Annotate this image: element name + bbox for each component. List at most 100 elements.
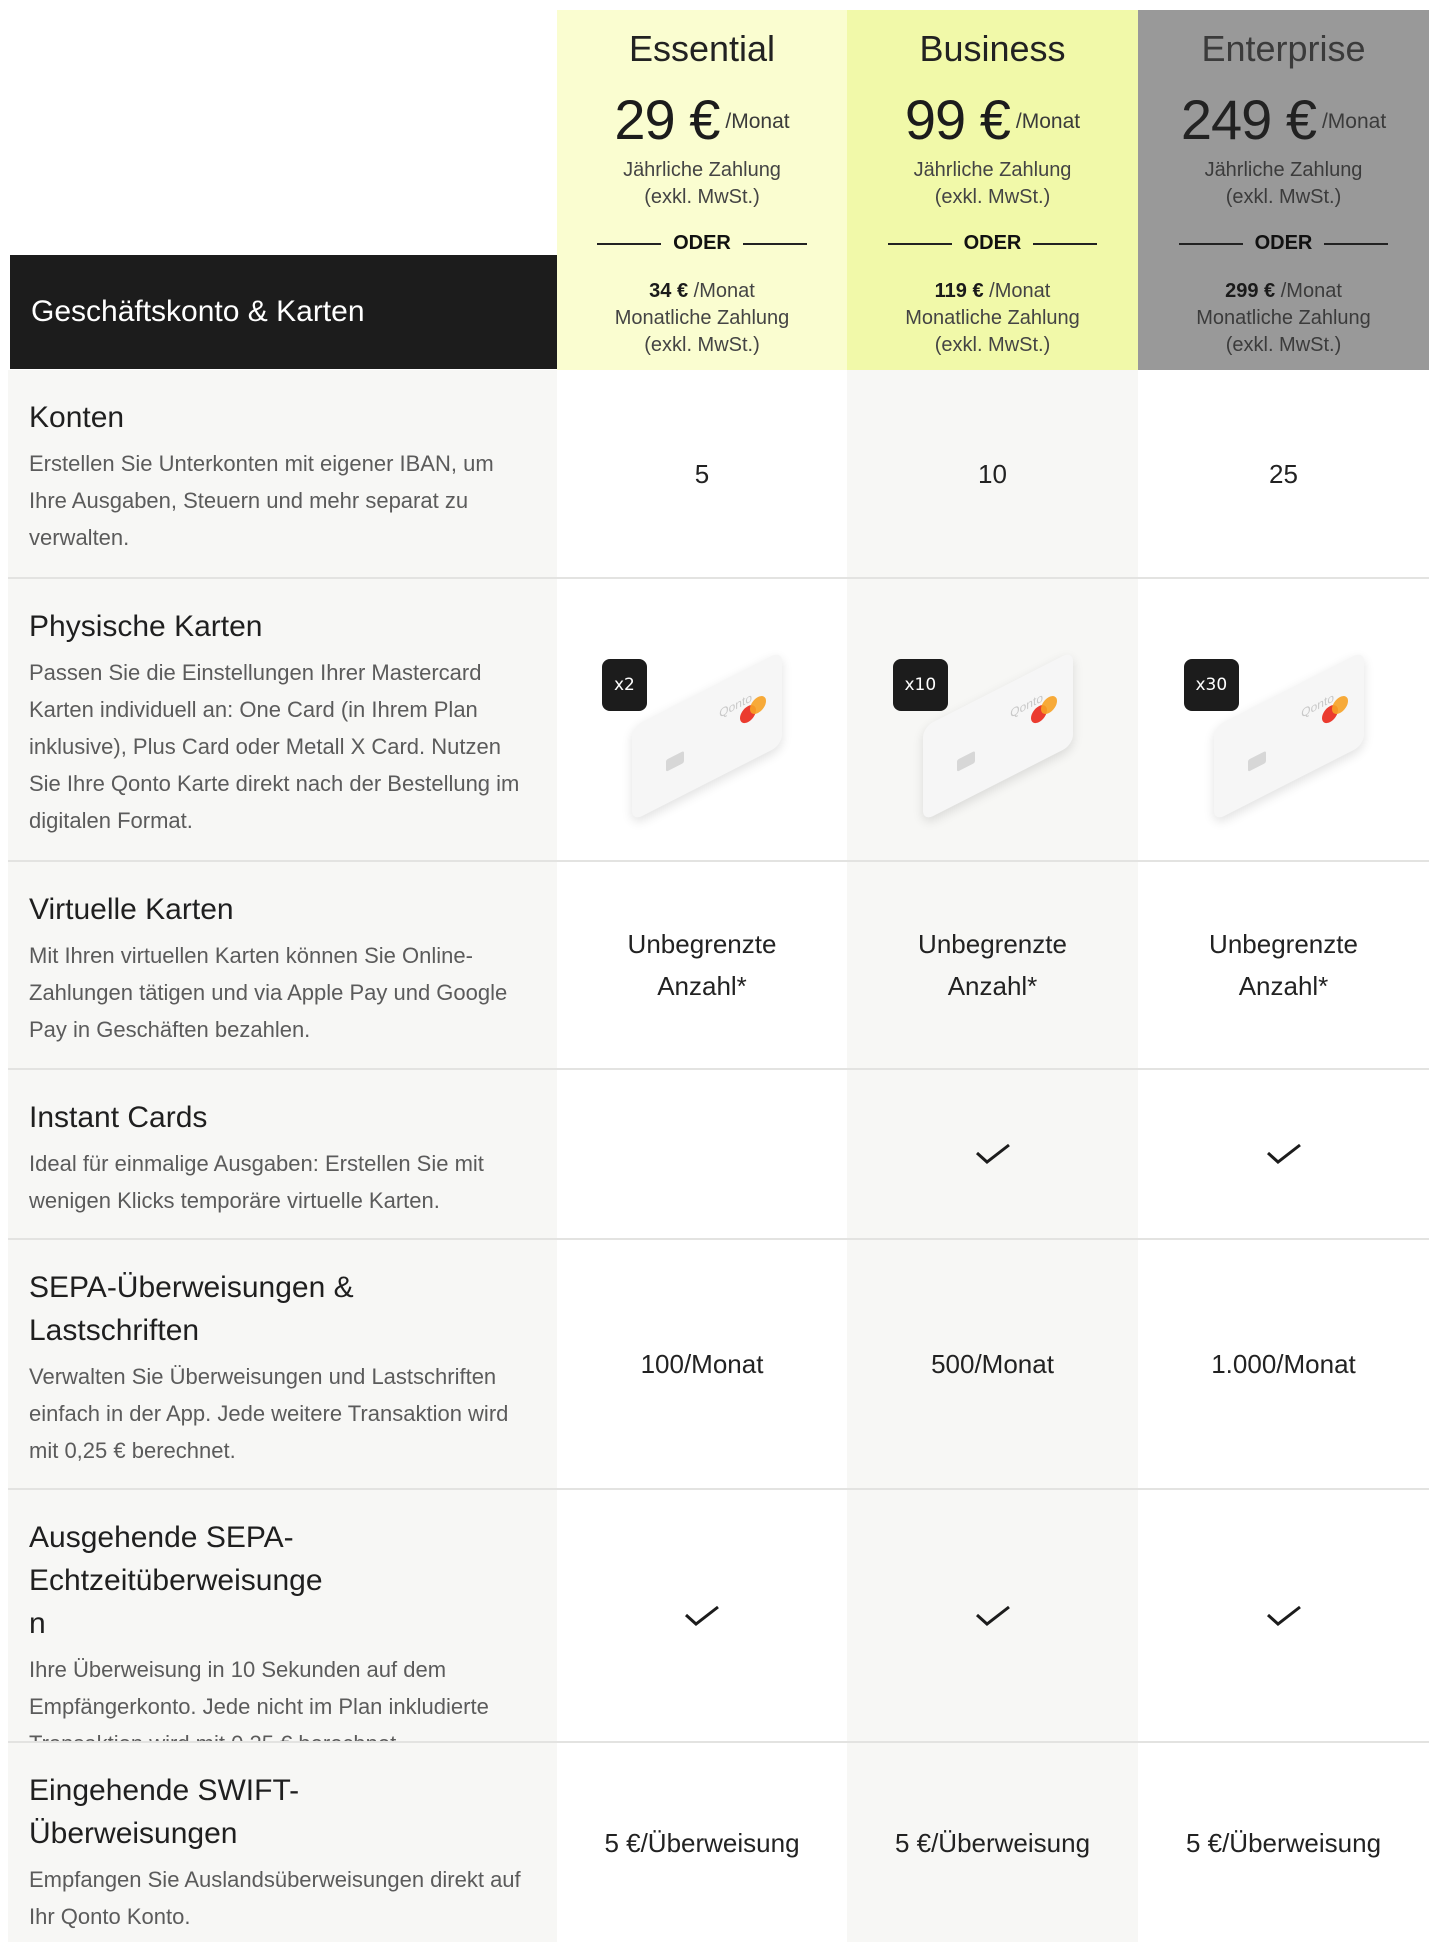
monthly-vat-note: (exkl. MwSt.)	[644, 334, 760, 356]
monthly-label: Monatliche Zahlung	[905, 307, 1080, 329]
feature-description-cell: Ausgehende SEPA-Echtzeitüberweisungen Ih…	[8, 1490, 557, 1756]
card-illustration: Qonto x10	[892, 650, 1093, 822]
monthly-note: 299 € /Monat Monatliche Zahlung (exkl. M…	[1138, 278, 1429, 359]
monthly-label: Monatliche Zahlung	[1196, 307, 1371, 329]
feature-description: Empfangen Sie Auslandsüberweisungen dire…	[29, 1867, 521, 1929]
annual-price: 99 €	[904, 88, 1011, 151]
card-count-badge: x30	[1183, 659, 1240, 711]
feature-description-cell: Physische Karten Passen Sie die Einstell…	[8, 579, 557, 860]
value-text: Unbegrenzte Anzahl*	[918, 929, 1067, 1001]
value-business: 5 €/Überweisung	[894, 1827, 1091, 1858]
or-divider: ODER	[847, 232, 1138, 255]
monthly-price: 299 €	[1225, 280, 1276, 302]
feature-row-sepa-ueberweisungen: SEPA-Überweisungen & Lastschriften Verwa…	[8, 1240, 1429, 1488]
annual-note: Jährliche Zahlung (exkl. MwSt.)	[1138, 157, 1429, 211]
checkmark-icon	[975, 1143, 1010, 1164]
feature-row-physische-karten: Physische Karten Passen Sie die Einstell…	[8, 579, 1429, 860]
price-row: 99 € /Monat	[847, 90, 1138, 150]
feature-title: SEPA-Überweisungen & Lastschriften	[29, 1271, 354, 1347]
annual-note: Jährliche Zahlung (exkl. MwSt.)	[847, 157, 1138, 211]
feature-title: Instant Cards	[29, 1101, 208, 1134]
checkmark-icon	[1266, 1143, 1301, 1164]
or-label: ODER	[1254, 232, 1313, 254]
monthly-vat-note: (exkl. MwSt.)	[1225, 334, 1342, 356]
feature-description-cell: SEPA-Überweisungen & Lastschriften Verwa…	[8, 1240, 557, 1488]
feature-description: Ideal für einmalige Ausgaben: Erstellen …	[29, 1151, 484, 1213]
value-text: Unbegrenzte Anzahl*	[627, 929, 777, 1001]
checkmark-icon	[975, 1605, 1010, 1626]
card-count-badge: x10	[892, 659, 949, 711]
value-essential	[557, 1490, 847, 1741]
price-row: 249 € /Monat	[1138, 90, 1429, 150]
price-unit: /Monat	[1321, 110, 1387, 133]
or-label: ODER	[673, 232, 731, 254]
annual-vat-note: (exkl. MwSt.)	[1225, 186, 1342, 208]
value-business	[847, 1070, 1138, 1238]
plan-name: Business	[919, 28, 1066, 69]
card-illustration: Qonto x2	[602, 650, 802, 822]
or-label: ODER	[963, 232, 1022, 254]
annual-vat-note: (exkl. MwSt.)	[934, 186, 1051, 208]
monthly-unit: /Monat	[1280, 280, 1342, 302]
plan-name: Essential	[628, 28, 776, 69]
price-unit: /Monat	[725, 110, 790, 133]
monthly-note: 34 € /Monat Monatliche Zahlung (exkl. Mw…	[557, 278, 847, 359]
feature-description: Mit Ihren virtuellen Karten können Sie O…	[29, 943, 508, 1042]
value-enterprise: 5 €/Überweisung	[1185, 1827, 1382, 1858]
value-enterprise: Qonto x30	[1138, 579, 1429, 860]
value-essential: 5 €/Überweisung	[604, 1827, 800, 1858]
feature-title: Ausgehende SEPA-Echtzeitüberweisungen	[29, 1521, 323, 1640]
annual-price: 29 €	[614, 88, 720, 151]
value-enterprise	[1138, 1490, 1429, 1741]
card-count-badge: x2	[602, 659, 647, 711]
value-essential: Qonto x2	[557, 579, 847, 860]
monthly-label: Monatliche Zahlung	[614, 307, 790, 329]
plan-enterprise: Enterprise 249 € /Monat Jährliche Zahlun…	[1138, 10, 1429, 370]
feature-description-cell: Konten Erstellen Sie Unterkonten mit eig…	[8, 370, 557, 577]
or-divider: ODER	[557, 232, 847, 255]
annual-price: 249 €	[1180, 88, 1317, 151]
value-enterprise: 25	[1269, 458, 1298, 489]
plan-essential: Essential 29 € /Monat Jährliche Zahlung …	[557, 10, 847, 370]
monthly-unit: /Monat	[693, 280, 755, 302]
feature-description-cell: Instant Cards Ideal für einmalige Ausgab…	[8, 1070, 557, 1238]
value-business: Unbegrenzte Anzahl*	[847, 862, 1138, 1068]
annual-label: Jährliche Zahlung	[623, 159, 781, 181]
value-business	[847, 1490, 1138, 1741]
section-header: Geschäftskonto & Karten	[10, 255, 557, 369]
card-illustration: Qonto x30	[1183, 650, 1384, 822]
feature-description: Erstellen Sie Unterkonten mit eigener IB…	[29, 451, 494, 550]
value-business: Qonto x10	[847, 579, 1138, 860]
feature-title: Physische Karten	[29, 610, 263, 643]
annual-note: Jährliche Zahlung (exkl. MwSt.)	[557, 157, 847, 211]
value-enterprise: 1.000/Monat	[1211, 1349, 1356, 1379]
price-unit: /Monat	[1015, 110, 1081, 133]
monthly-note: 119 € /Monat Monatliche Zahlung (exkl. M…	[847, 278, 1138, 359]
checkmark-icon	[1266, 1605, 1301, 1626]
monthly-price: 34 €	[649, 280, 689, 302]
monthly-vat-note: (exkl. MwSt.)	[934, 334, 1051, 356]
value-business: 500/Monat	[931, 1349, 1054, 1379]
checkmark-icon	[684, 1605, 719, 1626]
feature-title: Konten	[29, 401, 125, 434]
annual-label: Jährliche Zahlung	[913, 159, 1072, 181]
feature-title: Eingehende SWIFT-Überweisungen	[29, 1774, 300, 1850]
value-essential: Unbegrenzte Anzahl*	[557, 862, 847, 1068]
feature-description-cell: Virtuelle Karten Mit Ihren virtuellen Ka…	[8, 862, 557, 1068]
value-essential	[557, 1070, 847, 1238]
value-text: Unbegrenzte Anzahl*	[1209, 929, 1358, 1001]
feature-row-instant-cards: Instant Cards Ideal für einmalige Ausgab…	[8, 1070, 1429, 1238]
value-essential: 100/Monat	[640, 1349, 764, 1379]
price-row: 29 € /Monat	[557, 90, 847, 150]
annual-label: Jährliche Zahlung	[1204, 159, 1363, 181]
feature-title: Virtuelle Karten	[29, 893, 234, 926]
value-enterprise: Unbegrenzte Anzahl*	[1138, 862, 1429, 1068]
or-divider: ODER	[1138, 232, 1429, 255]
feature-row-konten: Konten Erstellen Sie Unterkonten mit eig…	[8, 370, 1429, 577]
value-essential: 5	[694, 458, 710, 489]
annual-vat-note: (exkl. MwSt.)	[644, 186, 760, 208]
monthly-price: 119 €	[934, 280, 984, 302]
value-business: 10	[978, 458, 1007, 489]
plan-business: Business 99 € /Monat Jährliche Zahlung (…	[847, 10, 1138, 370]
feature-row-swift: Eingehende SWIFT-Überweisungen Empfangen…	[8, 1743, 1429, 1942]
